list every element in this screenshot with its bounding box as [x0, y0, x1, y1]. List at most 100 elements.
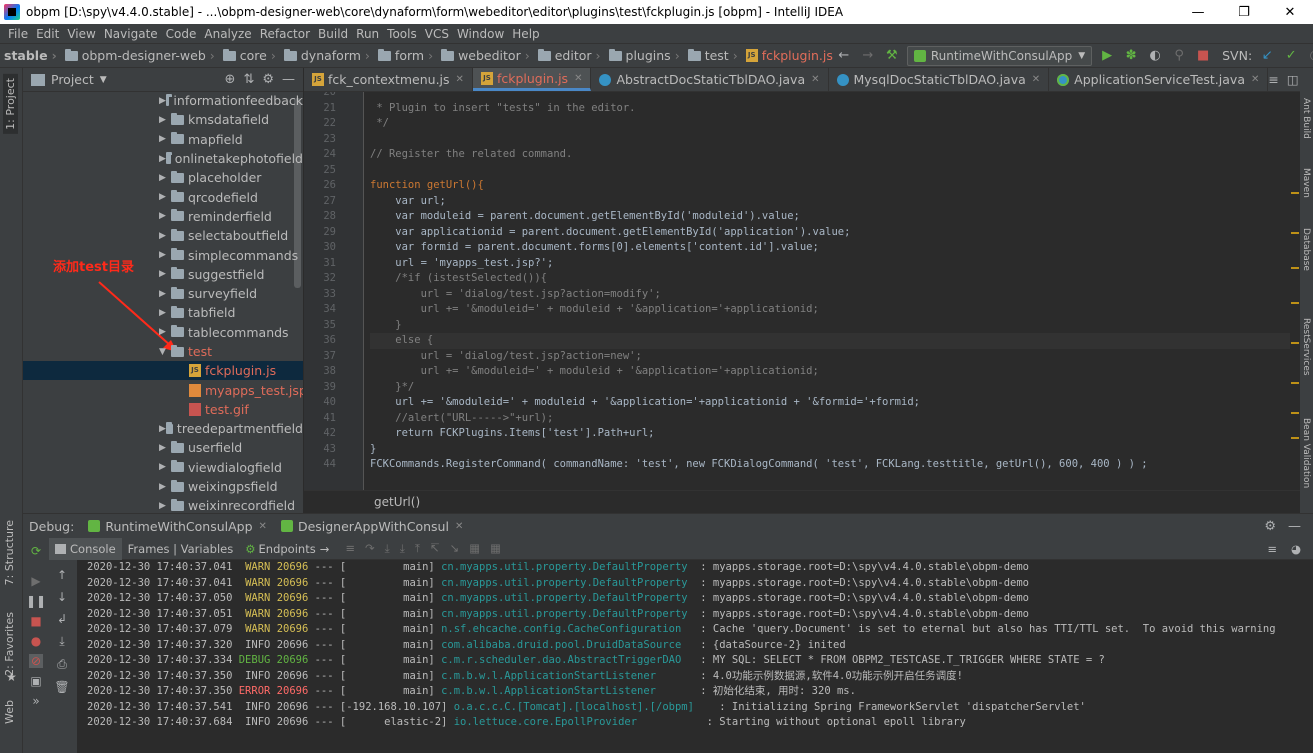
menu-run[interactable]: Run	[352, 27, 383, 41]
breadcrumb-item-current[interactable]: JS fckplugin.js	[744, 48, 835, 63]
tree-item-folder[interactable]: ▶ weixingpsfield	[23, 477, 303, 496]
locate-target-icon[interactable]: ⊕	[225, 72, 236, 87]
warning-mark[interactable]	[1291, 232, 1299, 234]
line-number[interactable]: 21	[308, 101, 336, 117]
tool-tab-ant-build[interactable]: Ant Build	[1301, 98, 1311, 139]
menu-analyze[interactable]: Analyze	[200, 27, 255, 41]
menu-edit[interactable]: Edit	[32, 27, 63, 41]
tool-tab-restservices[interactable]: RestServices	[1301, 318, 1311, 376]
step-out-icon[interactable]: ⤒	[415, 541, 420, 556]
scroll-up-icon[interactable]: ↑	[57, 568, 67, 582]
expand-arrow-icon[interactable]: ▶	[159, 269, 171, 279]
line-number[interactable]: 22	[308, 116, 336, 132]
gear-icon[interactable]: ⚙	[262, 72, 274, 87]
menu-help[interactable]: Help	[508, 27, 543, 41]
log-line[interactable]: 2020-12-30 17:40:37.350 INFO 20696 --- […	[77, 669, 1313, 685]
code-line[interactable]: 35 }	[323, 318, 1300, 334]
line-number[interactable]: 20	[308, 92, 336, 101]
menu-vcs[interactable]: VCS	[421, 27, 453, 41]
tree-item-folder[interactable]: ▶ onlinetakephotofield	[23, 149, 303, 168]
scroll-to-end-icon[interactable]: ⤓	[59, 634, 64, 649]
expand-arrow-icon[interactable]: ▶	[159, 115, 171, 125]
line-number[interactable]: 24	[308, 147, 336, 163]
code-line[interactable]: 43}	[323, 442, 1300, 458]
warning-mark[interactable]	[1291, 192, 1299, 194]
log-line[interactable]: 2020-12-30 17:40:37.041 WARN 20696 --- […	[77, 576, 1313, 592]
collapse-all-icon[interactable]: ⇅	[243, 72, 254, 87]
resume-icon[interactable]: ▶	[31, 574, 40, 588]
warning-mark[interactable]	[1291, 267, 1299, 269]
tree-item-file-selected[interactable]: JS fckplugin.js	[23, 361, 303, 381]
gear-icon[interactable]: ⚙	[1264, 519, 1276, 534]
speedometer-icon[interactable]: ◕	[1291, 542, 1301, 556]
soft-wrap-icon[interactable]: ↲	[57, 612, 67, 626]
breadcrumb-item[interactable]: webeditor ›	[439, 48, 536, 63]
expand-arrow-icon[interactable]: ▶	[159, 134, 171, 144]
line-number[interactable]: 43	[308, 442, 336, 458]
view-breakpoints-icon[interactable]: ●	[31, 634, 41, 648]
code-line[interactable]: 33 url = 'dialog/test.jsp?action=modify'…	[323, 287, 1300, 303]
debug-session-tab[interactable]: RuntimeWithConsulApp ✕	[88, 519, 267, 534]
line-number[interactable]: 37	[308, 349, 336, 365]
menu-build[interactable]: Build	[314, 27, 352, 41]
editor-tab[interactable]: JS fck_contextmenu.js ✕	[304, 68, 473, 91]
line-number[interactable]: 41	[308, 411, 336, 427]
line-number[interactable]: 34	[308, 302, 336, 318]
line-number[interactable]: 26	[308, 178, 336, 194]
code-line[interactable]: 34 url += '&moduleid=' + moduleid + '&ap…	[323, 302, 1300, 318]
expand-arrow-icon[interactable]: ▶	[159, 211, 171, 221]
line-number[interactable]: 38	[308, 364, 336, 380]
tool-tab-favorites[interactable]: 2: Favorites	[3, 612, 16, 676]
breadcrumb-item[interactable]: stable ›	[2, 48, 63, 63]
line-number[interactable]: 32	[308, 271, 336, 287]
warning-mark[interactable]	[1291, 302, 1299, 304]
scroll-down-icon[interactable]: ↓	[57, 590, 67, 604]
line-number[interactable]: 35	[308, 318, 336, 334]
log-line[interactable]: 2020-12-30 17:40:37.684 INFO 20696 --- […	[77, 715, 1313, 731]
tool-tab-structure[interactable]: 7: Structure	[3, 520, 16, 585]
tool-tab-bean-validation[interactable]: Bean Validation	[1301, 418, 1311, 488]
log-line[interactable]: 2020-12-30 17:40:37.320 INFO 20696 --- […	[77, 638, 1313, 654]
evaluate-icon[interactable]: ▦	[469, 541, 480, 556]
log-line[interactable]: 2020-12-30 17:40:37.334 DEBUG 20696 --- …	[77, 653, 1313, 669]
code-line[interactable]: 42 return FCKPlugins.Items['test'].Path+…	[323, 426, 1300, 442]
expand-arrow-icon[interactable]: ▶	[159, 192, 171, 202]
expand-arrow-icon[interactable]: ▶	[159, 443, 171, 453]
collapse-arrow-icon[interactable]: ▼	[159, 347, 171, 357]
close-tab-icon[interactable]: ✕	[811, 74, 819, 85]
svn-commit-check-icon[interactable]: ✓	[1282, 47, 1300, 65]
log-line[interactable]: 2020-12-30 17:40:37.050 WARN 20696 --- […	[77, 591, 1313, 607]
run-icon[interactable]: ▶	[1098, 47, 1116, 65]
tree-item-folder[interactable]: ▶ treedepartmentfield	[23, 419, 303, 438]
code-line[interactable]: 21 * Plugin to insert "tests" in the edi…	[323, 101, 1300, 117]
tree-item-folder[interactable]: ▶ qrcodefield	[23, 187, 303, 206]
hide-panel-icon[interactable]: —	[282, 72, 295, 87]
pin-arrow-icon[interactable]: →	[320, 542, 330, 556]
log-line[interactable]: 2020-12-30 17:40:37.041 WARN 20696 --- […	[77, 560, 1313, 576]
code-line[interactable]: 26 function getUrl(){	[323, 178, 1300, 194]
line-number[interactable]: 36	[308, 333, 336, 349]
breadcrumb-item[interactable]: test ›	[686, 48, 744, 63]
back-arrow-icon[interactable]: ←	[835, 47, 853, 65]
close-tab-icon[interactable]: ✕	[1251, 74, 1259, 85]
tab-list-icon[interactable]: ≡	[1268, 72, 1278, 87]
code-line[interactable]: 41 //alert("URL----->"+url);	[323, 411, 1300, 427]
run-config-select[interactable]: RuntimeWithConsulApp ▼	[906, 45, 1093, 66]
line-number[interactable]: 40	[308, 395, 336, 411]
tool-tab-maven[interactable]: Maven	[1301, 168, 1311, 198]
debug-bug-icon[interactable]: ✽	[1122, 47, 1140, 65]
breadcrumb-item[interactable]: dynaform ›	[282, 48, 376, 63]
tree-item-file[interactable]: myapps_test.jsp	[23, 380, 303, 399]
profile-icon[interactable]: ⚲	[1170, 47, 1188, 65]
tree-item-folder[interactable]: ▶ selectaboutfield	[23, 226, 303, 245]
editor-tab-active[interactable]: JS fckplugin.js ✕	[472, 68, 592, 91]
expand-arrow-icon[interactable]: ▶	[159, 482, 171, 492]
tree-item-folder[interactable]: ▶ userfield	[23, 438, 303, 457]
tree-item-file[interactable]: test.gif	[23, 400, 303, 419]
log-line[interactable]: 2020-12-30 17:40:37.350 ERROR 20696 --- …	[77, 684, 1313, 700]
stop-icon[interactable]: ■	[1194, 47, 1212, 65]
code-line[interactable]: 40 url += '&moduleid=' + moduleid + '&ap…	[323, 395, 1300, 411]
warning-mark[interactable]	[1291, 437, 1299, 439]
tree-item-folder[interactable]: ▶ informationfeedback	[23, 91, 303, 110]
forward-arrow-icon[interactable]: →	[859, 47, 877, 65]
